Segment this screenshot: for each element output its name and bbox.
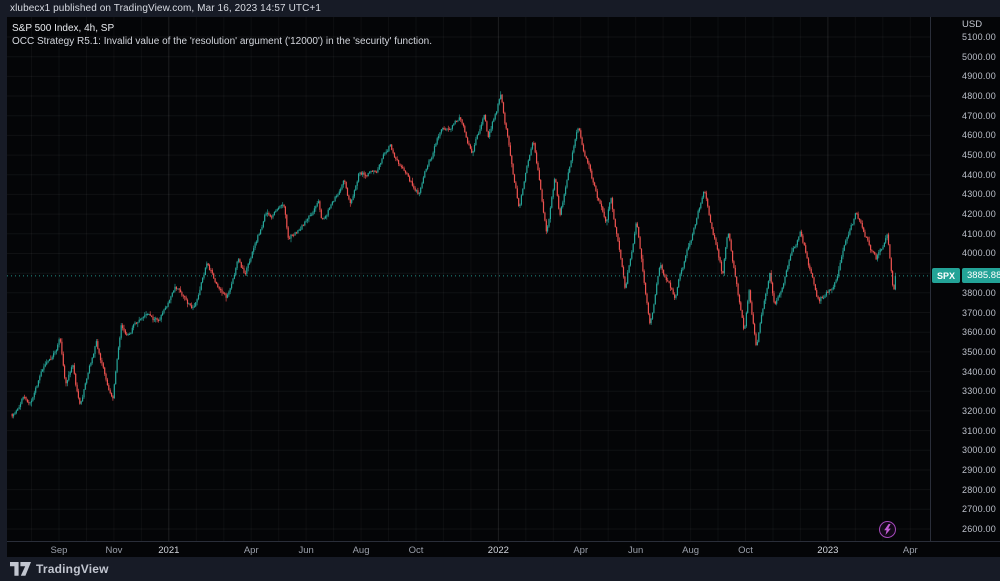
price-tick: 3200.00 bbox=[962, 406, 996, 416]
attribution-text: xlubecx1 published on TradingView.com, M… bbox=[10, 3, 321, 14]
price-tick: 4900.00 bbox=[962, 71, 996, 81]
time-tick: Apr bbox=[903, 545, 918, 556]
time-tick: Apr bbox=[573, 545, 588, 556]
price-tick: 3600.00 bbox=[962, 327, 996, 337]
price-tick: 2700.00 bbox=[962, 504, 996, 514]
time-tick: Oct bbox=[738, 545, 753, 556]
last-price-label: SPX 3885.88 bbox=[932, 268, 1000, 283]
time-tick: Jun bbox=[628, 545, 643, 556]
price-tick: 4800.00 bbox=[962, 91, 996, 101]
time-tick: Aug bbox=[353, 545, 370, 556]
price-tick: 2600.00 bbox=[962, 524, 996, 534]
price-tick: 3100.00 bbox=[962, 426, 996, 436]
price-tick: 3300.00 bbox=[962, 386, 996, 396]
price-tick: 4600.00 bbox=[962, 130, 996, 140]
tradingview-glyph bbox=[10, 562, 31, 576]
price-tick: 3700.00 bbox=[962, 308, 996, 318]
price-tick: 4200.00 bbox=[962, 209, 996, 219]
tradingview-logo[interactable]: TradingView bbox=[10, 562, 109, 576]
time-tick: 2023 bbox=[817, 545, 838, 556]
price-tick: 4500.00 bbox=[962, 150, 996, 160]
price-tick: 4000.00 bbox=[962, 248, 996, 258]
price-axis[interactable]: USD SPX 3885.88 5100.00 5000.00 4900.00 480… bbox=[930, 17, 1000, 557]
time-axis[interactable]: Sep Nov 2021 Apr Jun Aug Oct 2022 Apr Jun Aug Oct 20… bbox=[7, 541, 1000, 557]
price-tick: 2900.00 bbox=[962, 465, 996, 475]
price-tick: 3500.00 bbox=[962, 347, 996, 357]
lightning-icon[interactable] bbox=[879, 521, 896, 538]
price-tick: 3800.00 bbox=[962, 288, 996, 298]
price-tick: 5100.00 bbox=[962, 32, 996, 42]
chart-area[interactable]: S&P 500 Index, 4h, SP OCC Strategy R5.1:… bbox=[7, 17, 930, 541]
price-tick: 4400.00 bbox=[962, 170, 996, 180]
time-tick: Jun bbox=[298, 545, 313, 556]
last-price-value: 3885.88 bbox=[962, 268, 1000, 283]
candlestick-chart[interactable] bbox=[7, 17, 930, 541]
price-tick: 4100.00 bbox=[962, 229, 996, 239]
price-tick: 4700.00 bbox=[962, 111, 996, 121]
currency-label: USD bbox=[962, 19, 982, 30]
price-tick: 5000.00 bbox=[962, 52, 996, 62]
time-tick: Nov bbox=[105, 545, 122, 556]
time-tick: 2021 bbox=[158, 545, 179, 556]
price-tick: 2800.00 bbox=[962, 485, 996, 495]
tradingview-wordmark: TradingView bbox=[36, 562, 109, 576]
symbol-badge: SPX bbox=[932, 268, 960, 283]
time-tick: Sep bbox=[51, 545, 68, 556]
time-tick: Oct bbox=[409, 545, 424, 556]
time-tick: 2022 bbox=[488, 545, 509, 556]
price-tick: 3400.00 bbox=[962, 367, 996, 377]
lightning-bolt-glyph bbox=[883, 524, 892, 535]
time-tick: Aug bbox=[682, 545, 699, 556]
time-tick: Apr bbox=[244, 545, 259, 556]
attribution-bar: xlubecx1 published on TradingView.com, M… bbox=[0, 0, 1000, 17]
footer-bar: TradingView bbox=[0, 557, 1000, 581]
price-tick: 4300.00 bbox=[962, 189, 996, 199]
price-tick: 3000.00 bbox=[962, 445, 996, 455]
